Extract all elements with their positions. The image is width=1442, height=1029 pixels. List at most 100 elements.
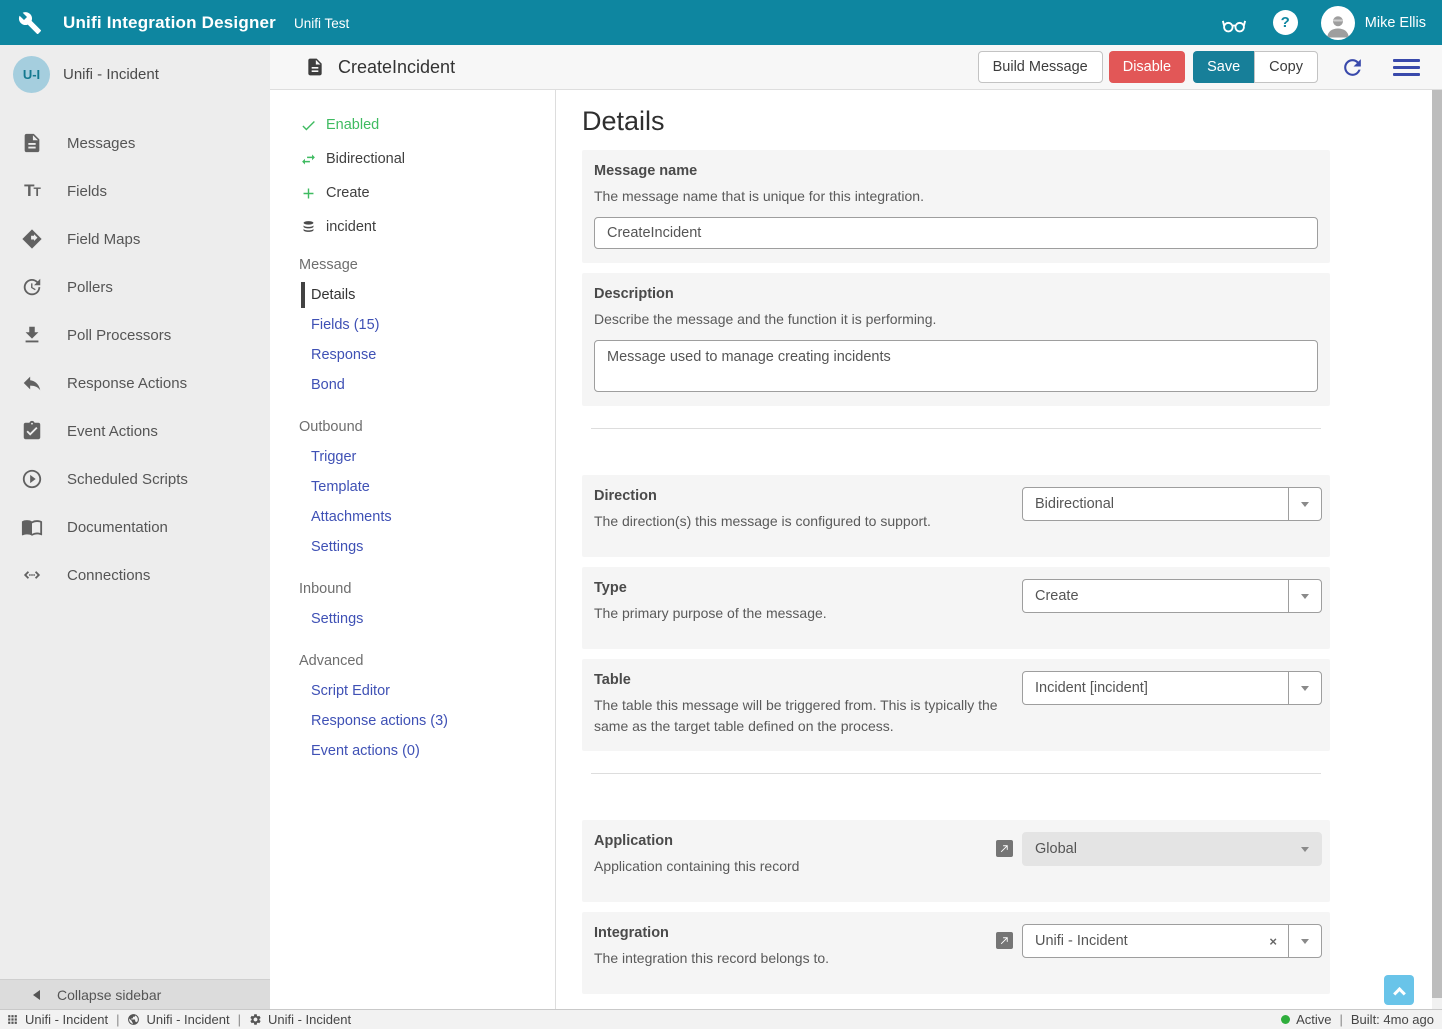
integration-select[interactable]: Unifi - Incident ×	[1022, 924, 1322, 958]
sidebar-item-response-actions[interactable]: Response Actions	[0, 359, 270, 407]
page-header: CreateIncident Build Message Disable Sav…	[270, 45, 1442, 90]
sidebar-item-connections[interactable]: Connections	[0, 551, 270, 599]
save-button[interactable]: Save	[1193, 51, 1254, 83]
message-name-input[interactable]	[594, 217, 1318, 249]
nav-item-trigger[interactable]: Trigger	[270, 442, 555, 472]
clear-icon[interactable]: ×	[1269, 934, 1277, 949]
nav-item-inbound-settings[interactable]: Settings	[270, 604, 555, 634]
sidebar: U-I Unifi - Incident Messages TT Fields …	[0, 45, 270, 979]
chevron-down-icon[interactable]	[1288, 580, 1321, 612]
integration-avatar: U-I	[13, 56, 50, 93]
download-icon	[20, 324, 44, 346]
application-field-group: Application Application containing this …	[582, 820, 1330, 902]
chevron-up-icon	[1393, 986, 1406, 999]
sidebar-item-label: Documentation	[67, 519, 168, 536]
sidebar-item-poll-processors[interactable]: Poll Processors	[0, 311, 270, 359]
status-label: Create	[326, 185, 370, 201]
nav-group-title: Outbound	[270, 412, 555, 442]
preview-glasses-icon[interactable]	[1219, 10, 1249, 36]
open-record-icon[interactable]	[996, 840, 1013, 857]
status-label: Bidirectional	[326, 151, 405, 167]
nav-item-response-actions[interactable]: Response actions (3)	[270, 706, 555, 736]
app-title: Unifi Integration Designer	[63, 13, 276, 33]
wrench-logo-icon[interactable]	[18, 11, 42, 35]
help-icon[interactable]: ?	[1273, 10, 1298, 35]
sidebar-item-label: Field Maps	[67, 231, 140, 248]
chevron-down-icon	[1288, 833, 1321, 865]
application-value: Global	[1023, 841, 1288, 857]
section-divider	[591, 773, 1321, 774]
nav-item-outbound-settings[interactable]: Settings	[270, 532, 555, 562]
message-subnav: Enabled Bidirectional Create incident Me…	[270, 90, 556, 1009]
sidebar-integration-header[interactable]: U-I Unifi - Incident	[0, 45, 270, 103]
sidebar-item-label: Connections	[67, 567, 150, 584]
table-select[interactable]: Incident [incident]	[1022, 671, 1322, 705]
type-select[interactable]: Create	[1022, 579, 1322, 613]
check-icon	[299, 117, 317, 134]
user-avatar[interactable]	[1321, 6, 1355, 40]
user-name: Mike Ellis	[1365, 15, 1426, 31]
statusbar-context-integration[interactable]: Unifi - Incident	[127, 1012, 229, 1027]
sidebar-item-documentation[interactable]: Documentation	[0, 503, 270, 551]
direction-select[interactable]: Bidirectional	[1022, 487, 1322, 521]
chevron-down-icon[interactable]	[1288, 488, 1321, 520]
statusbar-context-settings[interactable]: Unifi - Incident	[249, 1012, 351, 1027]
sidebar-item-label: Pollers	[67, 279, 113, 296]
grid-icon	[6, 1013, 19, 1026]
refresh-icon[interactable]	[1340, 55, 1365, 80]
nav-group-title: Advanced	[270, 646, 555, 676]
nav-item-response[interactable]: Response	[270, 340, 555, 370]
chevron-down-icon[interactable]	[1288, 925, 1321, 957]
nav-item-template[interactable]: Template	[270, 472, 555, 502]
scroll-to-top-button[interactable]	[1384, 975, 1414, 1005]
type-help: The primary purpose of the message.	[594, 603, 1024, 624]
application-select: Global	[1022, 832, 1322, 866]
integration-help: The integration this record belongs to.	[594, 948, 1024, 969]
vertical-scrollbar[interactable]	[1432, 90, 1442, 1009]
sidebar-item-label: Scheduled Scripts	[67, 471, 188, 488]
sidebar-item-pollers[interactable]: Pollers	[0, 263, 270, 311]
nav-item-attachments[interactable]: Attachments	[270, 502, 555, 532]
separator: |	[1340, 1012, 1343, 1027]
collapse-label: Collapse sidebar	[57, 987, 161, 1003]
type-value: Create	[1023, 588, 1288, 604]
nav-item-bond[interactable]: Bond	[270, 370, 555, 400]
sidebar-item-field-maps[interactable]: Field Maps	[0, 215, 270, 263]
build-message-button[interactable]: Build Message	[978, 51, 1103, 83]
statusbar-context-process[interactable]: Unifi - Incident	[6, 1012, 108, 1027]
sidebar-item-fields[interactable]: TT Fields	[0, 167, 270, 215]
gear-icon	[249, 1013, 262, 1026]
message-name-field-group: Message name The message name that is un…	[582, 150, 1330, 263]
nav-item-event-actions[interactable]: Event actions (0)	[270, 736, 555, 766]
unifi-integration-designer-app: Unifi Integration Designer Unifi Test ? …	[0, 0, 1442, 1029]
field-map-icon	[20, 228, 44, 250]
sidebar-item-label: Poll Processors	[67, 327, 171, 344]
nav-item-details[interactable]: Details	[301, 282, 555, 308]
chevron-down-icon[interactable]	[1288, 672, 1321, 704]
sidebar-item-messages[interactable]: Messages	[0, 119, 270, 167]
integration-value: Unifi - Incident	[1023, 933, 1269, 949]
book-icon	[20, 516, 44, 538]
integration-name: Unifi - Incident	[63, 66, 159, 83]
description-label: Description	[594, 286, 1318, 302]
collapse-sidebar-button[interactable]: Collapse sidebar	[0, 979, 270, 1009]
sidebar-item-scheduled-scripts[interactable]: Scheduled Scripts	[0, 455, 270, 503]
sidebar-item-label: Messages	[67, 135, 135, 152]
clipboard-check-icon	[20, 420, 44, 442]
nav-item-script-editor[interactable]: Script Editor	[270, 676, 555, 706]
open-record-icon[interactable]	[996, 932, 1013, 949]
copy-button[interactable]: Copy	[1254, 51, 1318, 83]
document-icon	[20, 132, 44, 154]
description-textarea[interactable]: Message used to manage creating incident…	[594, 340, 1318, 392]
nav-item-fields[interactable]: Fields (15)	[270, 310, 555, 340]
nav-group-outbound: Outbound Trigger Template Attachments Se…	[270, 412, 555, 562]
context-label: Unifi - Incident	[268, 1012, 351, 1027]
menu-hamburger-icon[interactable]	[1393, 55, 1420, 80]
sidebar-item-label: Fields	[67, 183, 107, 200]
scrollbar-thumb[interactable]	[1432, 90, 1442, 998]
poller-clock-icon	[20, 276, 44, 298]
sidebar-item-event-actions[interactable]: Event Actions	[0, 407, 270, 455]
direction-help: The direction(s) this message is configu…	[594, 511, 1024, 532]
type-field-group: Type The primary purpose of the message.…	[582, 567, 1330, 649]
disable-button[interactable]: Disable	[1109, 51, 1185, 83]
